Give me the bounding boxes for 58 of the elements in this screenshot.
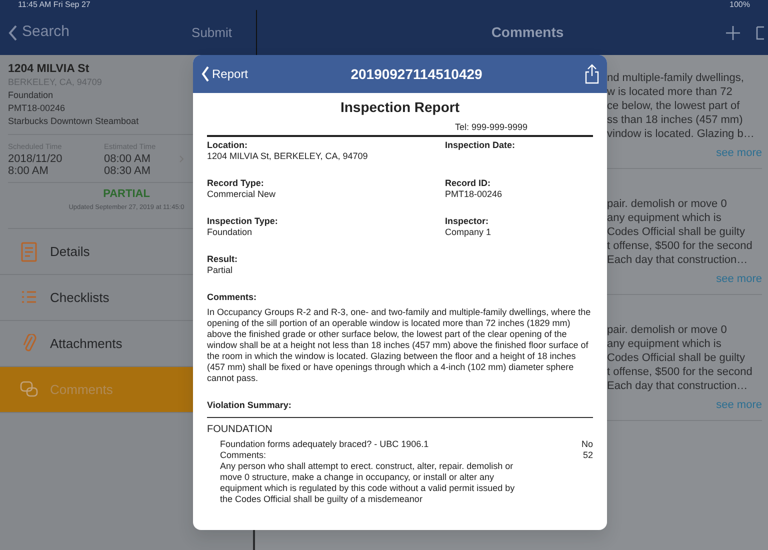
comment-text: Codes Official shall be guilty xyxy=(607,351,746,365)
comment-text: Each day that construction… xyxy=(607,379,749,393)
field-value: Company 1 xyxy=(445,226,492,238)
scheduled-date: 2018/11/20 xyxy=(8,153,64,165)
comment-text: t offense, $500 for the second xyxy=(607,239,754,253)
comment-text: vindow is located. Glazing b… xyxy=(607,127,756,141)
pane-title: Comments xyxy=(491,23,564,42)
comment-text: any equipment which is xyxy=(607,211,722,225)
checklist-comment: Any person who shall attempt to erect. construct, alter, repair. demolish or move 0 structure, make a change in occupancy, or install or alter any equipment which is regulated by this code without a valid permit issued by the Codes Official shall be guilty of a misdemeanor xyxy=(219,460,516,505)
scheduled-time: 8:00 AM xyxy=(8,165,50,177)
share-icon[interactable] xyxy=(585,64,599,84)
estimated-start: 08:00 AM xyxy=(104,153,152,165)
field-label: Result: xyxy=(207,254,239,265)
comment-text: any equipment which is xyxy=(607,337,722,351)
report-phone: Tel: 999-999-9999 xyxy=(454,122,529,133)
field-value: Partial xyxy=(207,264,234,276)
comment-text: Codes Official shall be guilty xyxy=(607,225,746,239)
checklist-question: Foundation forms adequately braced? - UBC 1906.1 xyxy=(220,438,429,450)
field-label: Inspector: xyxy=(445,216,490,227)
comments-label: Comments: xyxy=(220,450,266,461)
comment-text: w is located more than 72 xyxy=(607,85,734,99)
comment-text: pair. demolish or move 0 xyxy=(607,323,728,337)
comment-text: ss than 18 inches (457 mm) xyxy=(607,113,744,127)
field-value: Commercial New xyxy=(207,188,277,200)
back-button[interactable]: Report xyxy=(201,65,248,83)
comment-text: pair. demolish or move 0 xyxy=(607,197,728,211)
field-label: Inspection Type: xyxy=(207,216,279,227)
estimated-end: 08:30 AM xyxy=(104,165,152,177)
battery-level: 100% xyxy=(730,0,750,10)
record-name: Starbucks Downtown Steamboat xyxy=(8,115,139,128)
field-value: PMT18-00246 xyxy=(445,188,504,200)
modal-title: 20190927114510429 xyxy=(350,64,484,84)
group-heading: FOUNDATION xyxy=(207,424,274,435)
comment-text: nd multiple-family dwellings, xyxy=(607,71,745,85)
chevron-left-icon xyxy=(8,24,18,40)
comment-text: Each day that construction… xyxy=(607,253,749,267)
checklist-score: 52 xyxy=(582,450,593,461)
record-address: 1204 MILVIA St xyxy=(8,63,90,76)
plus-icon[interactable] xyxy=(726,26,740,40)
field-value: Foundation xyxy=(207,226,254,238)
field-label: Inspection Date: xyxy=(445,140,516,151)
result-status: PARTIAL xyxy=(103,188,150,201)
comment-text: ce below, the lowest part of xyxy=(607,99,741,113)
submit-button[interactable]: Submit xyxy=(192,22,232,42)
record-permit: PMT18-00246 xyxy=(8,102,66,115)
comment-text: t offense, $500 for the second xyxy=(607,365,754,379)
back-button[interactable]: Search xyxy=(8,21,70,44)
field-label: Record ID: xyxy=(445,178,492,189)
report-title: Inspection Report xyxy=(339,99,460,116)
chat-bubbles-icon xyxy=(20,380,38,400)
chevron-left-icon xyxy=(201,66,210,82)
status-time: 11:45 AM Fri Sep 27 xyxy=(18,0,90,10)
field-label: Record Type: xyxy=(207,178,265,189)
document-icon xyxy=(20,242,38,262)
field-value: 1204 MILVIA St, BERKELEY, CA, 94709 xyxy=(207,150,369,162)
checklist-answer: No xyxy=(581,438,593,450)
field-label: Location: xyxy=(207,140,248,151)
record-type: Foundation xyxy=(8,89,54,102)
